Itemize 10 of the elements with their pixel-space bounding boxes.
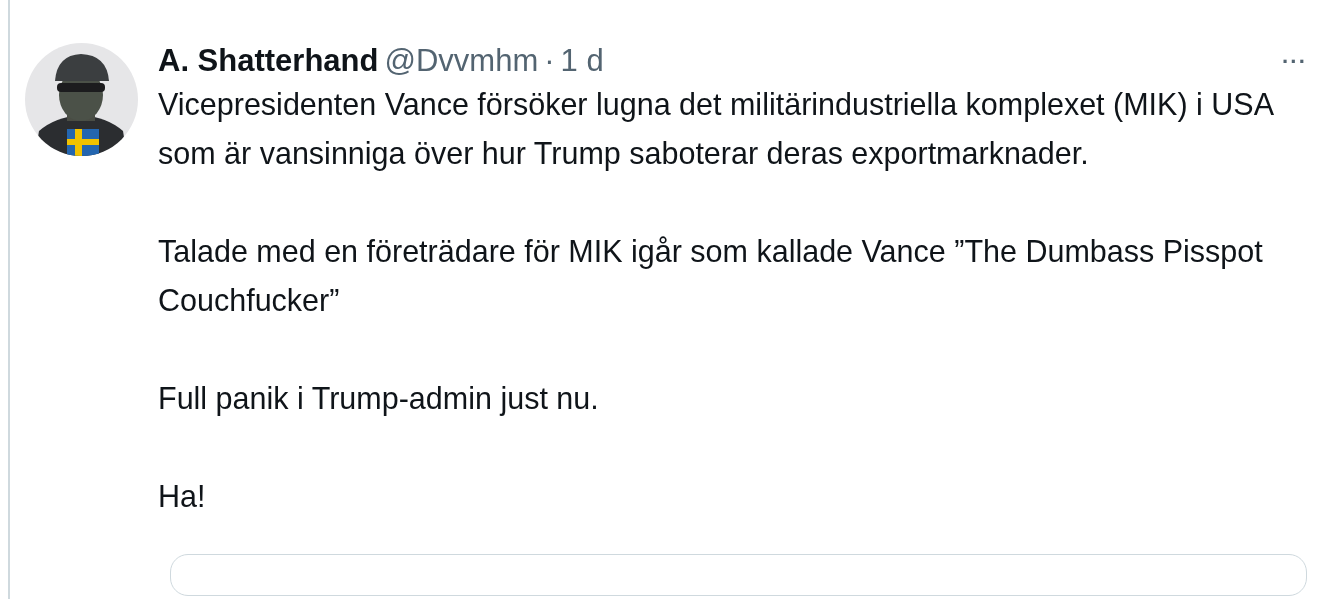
timestamp[interactable]: 1 d: [560, 43, 604, 79]
tweet-text: Full panik i Trump-admin just nu.: [158, 380, 600, 418]
more-options-button[interactable]: ···: [1282, 48, 1307, 75]
tweet-text: Vicepresidenten Vance försöker lugna det militärindustriella komplexet (MIK) i USA som är vansinniga över hur Trump saboterar deras exportmarknader.: [158, 86, 1274, 173]
tweet-text: Ha!: [158, 478, 207, 515]
author-name[interactable]: A. Shatterhand: [158, 43, 379, 79]
author-handle[interactable]: @Dvvmhm: [384, 43, 539, 79]
separator: ·: [544, 43, 555, 79]
tweet-text: Talade med en företrädare för MIK igår som kallade Vance ”The Dumbass Pisspot Couchfucker”: [158, 233, 1264, 319]
embedded-card[interactable]: [170, 554, 1307, 596]
